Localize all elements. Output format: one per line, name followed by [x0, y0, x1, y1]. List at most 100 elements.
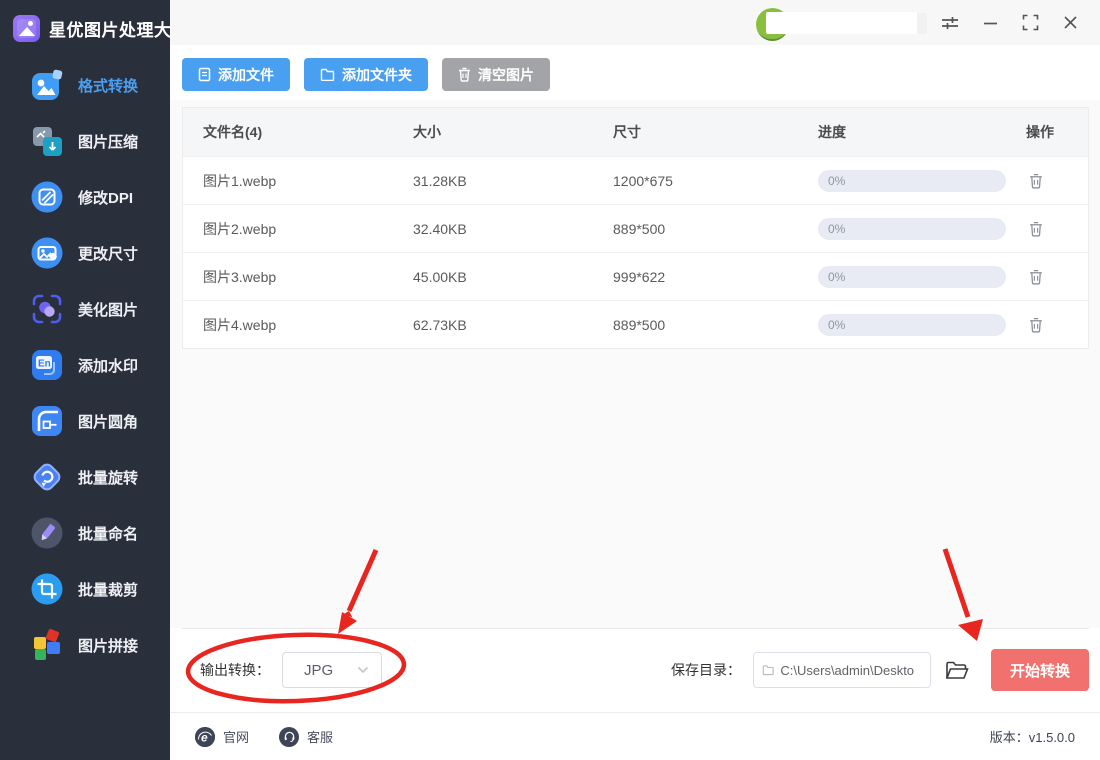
progress-bar: 0%: [818, 170, 1006, 192]
browser-e-icon: e: [195, 727, 215, 747]
bottom-bar: 输出转换： JPG 保存目录： 开始转换: [170, 628, 1100, 712]
file-icon: [198, 67, 211, 82]
maximize-icon[interactable]: [1021, 14, 1039, 32]
format-convert-icon: [30, 68, 64, 102]
file-name: 图片2.webp: [183, 219, 413, 239]
sidebar-item-batch-rotate[interactable]: 批量旋转: [0, 449, 170, 505]
batch-crop-icon: [30, 572, 64, 606]
sidebar-item-label: 图片压缩: [78, 131, 138, 152]
sidebar-item-resize[interactable]: 更改尺寸: [0, 225, 170, 281]
modify-dpi-icon: [30, 180, 64, 214]
sidebar-item-batch-rename[interactable]: 批量命名: [0, 505, 170, 561]
app-logo-row: 星优图片处理大师: [0, 0, 170, 46]
sidebar-item-label: 批量旋转: [78, 467, 138, 488]
output-format-value: JPG: [304, 662, 333, 679]
footer: e 官网 客服 版本：v1.5.0.0: [170, 712, 1100, 760]
sidebar-nav: 格式转换 图片压缩 修改DPI 更改尺寸 美化图片: [0, 57, 170, 673]
file-dims: 889*500: [613, 317, 818, 333]
file-name: 图片4.webp: [183, 315, 413, 335]
trash-icon: [1029, 221, 1043, 237]
delete-row-button[interactable]: [1026, 267, 1046, 287]
round-corner-icon: [30, 404, 64, 438]
sidebar-item-label: 更改尺寸: [78, 243, 138, 264]
clear-images-button[interactable]: 清空图片: [442, 58, 550, 91]
trash-icon: [1029, 317, 1043, 333]
beautify-icon: [30, 292, 64, 326]
sidebar-item-watermark[interactable]: En 添加水印: [0, 337, 170, 393]
table-row: 图片4.webp 62.73KB 889*500 0%: [183, 300, 1088, 348]
batch-rename-icon: [30, 516, 64, 550]
batch-rotate-icon: [30, 460, 64, 494]
sidebar-item-image-compress[interactable]: 图片压缩: [0, 113, 170, 169]
sidebar-item-batch-crop[interactable]: 批量裁剪: [0, 561, 170, 617]
delete-row-button[interactable]: [1026, 171, 1046, 191]
svg-text:En: En: [38, 359, 51, 370]
content-area: 文件名(4) 大小 尺寸 进度 操作 图片1.webp 31.28KB 1200…: [170, 100, 1100, 628]
sidebar-item-modify-dpi[interactable]: 修改DPI: [0, 169, 170, 225]
folder-icon: [762, 664, 774, 676]
delete-row-button[interactable]: [1026, 219, 1046, 239]
output-format-label: 输出转换：: [200, 660, 270, 680]
image-compress-icon: [30, 124, 64, 158]
customer-service-link[interactable]: 客服: [279, 727, 333, 747]
file-size: 45.00KB: [413, 269, 613, 285]
sidebar-item-label: 添加水印: [78, 355, 138, 376]
sidebar-item-label: 修改DPI: [78, 187, 133, 208]
save-directory-input[interactable]: [780, 663, 922, 678]
folder-icon: [320, 68, 335, 81]
file-size: 32.40KB: [413, 221, 613, 237]
minimize-icon[interactable]: [981, 14, 999, 32]
save-directory-label: 保存目录：: [671, 660, 741, 680]
app-logo-icon: [13, 15, 40, 42]
file-name: 图片3.webp: [183, 267, 413, 287]
delete-row-button[interactable]: [1026, 315, 1046, 335]
watermark-icon: En: [30, 348, 64, 382]
save-directory-field[interactable]: [753, 652, 931, 688]
sidebar: 星优图片处理大师 格式转换 图片压缩 修改DPI 更改尺寸: [0, 0, 170, 760]
chevron-down-icon: [357, 666, 369, 674]
table-row: 图片2.webp 32.40KB 889*500 0%: [183, 204, 1088, 252]
file-name: 图片1.webp: [183, 171, 413, 191]
sidebar-item-round-corner[interactable]: 图片圆角: [0, 393, 170, 449]
main-panel: 添加文件 添加文件夹 清空图片 文件名(4) 大小 尺寸 进度 操作 图片1.w…: [170, 0, 1100, 760]
sidebar-item-beautify[interactable]: 美化图片: [0, 281, 170, 337]
progress-bar: 0%: [818, 266, 1006, 288]
output-format-select[interactable]: JPG: [282, 652, 382, 688]
version-label: 版本：v1.5.0.0: [990, 727, 1075, 746]
sidebar-item-label: 批量命名: [78, 523, 138, 544]
table-row: 图片3.webp 45.00KB 999*622 0%: [183, 252, 1088, 300]
file-size: 31.28KB: [413, 173, 613, 189]
start-convert-button[interactable]: 开始转换: [991, 649, 1089, 691]
add-file-button[interactable]: 添加文件: [182, 58, 290, 91]
sidebar-item-stitch[interactable]: 图片拼接: [0, 617, 170, 673]
app-title: 星优图片处理大师: [49, 16, 189, 41]
titlebar: [170, 0, 1100, 45]
table-header: 文件名(4) 大小 尺寸 进度 操作: [183, 108, 1088, 156]
add-folder-button[interactable]: 添加文件夹: [304, 58, 428, 91]
official-site-link[interactable]: e 官网: [195, 727, 249, 747]
trash-icon: [1029, 173, 1043, 189]
username-redaction: [766, 12, 917, 34]
open-folder-icon: [945, 661, 969, 680]
settings-sliders-icon[interactable]: [941, 14, 959, 32]
headset-icon: [279, 727, 299, 747]
progress-bar: 0%: [818, 218, 1006, 240]
file-table: 文件名(4) 大小 尺寸 进度 操作 图片1.webp 31.28KB 1200…: [182, 107, 1089, 349]
resize-icon: [30, 236, 64, 270]
sidebar-item-label: 图片拼接: [78, 635, 138, 656]
progress-bar: 0%: [818, 314, 1006, 336]
sidebar-item-label: 图片圆角: [78, 411, 138, 432]
sidebar-item-format-convert[interactable]: 格式转换: [0, 57, 170, 113]
file-dims: 1200*675: [613, 173, 818, 189]
stitch-icon: [30, 628, 64, 662]
sidebar-item-label: 批量裁剪: [78, 579, 138, 600]
window-controls: [941, 0, 1079, 45]
file-dims: 889*500: [613, 221, 818, 237]
browse-folder-button[interactable]: [945, 661, 969, 680]
save-directory-group: 保存目录： 开始转换: [671, 649, 1089, 691]
close-icon[interactable]: [1061, 14, 1079, 32]
sidebar-item-label: 美化图片: [78, 299, 138, 320]
file-dims: 999*622: [613, 269, 818, 285]
toolbar: 添加文件 添加文件夹 清空图片: [170, 45, 1100, 100]
table-row: 图片1.webp 31.28KB 1200*675 0%: [183, 156, 1088, 204]
